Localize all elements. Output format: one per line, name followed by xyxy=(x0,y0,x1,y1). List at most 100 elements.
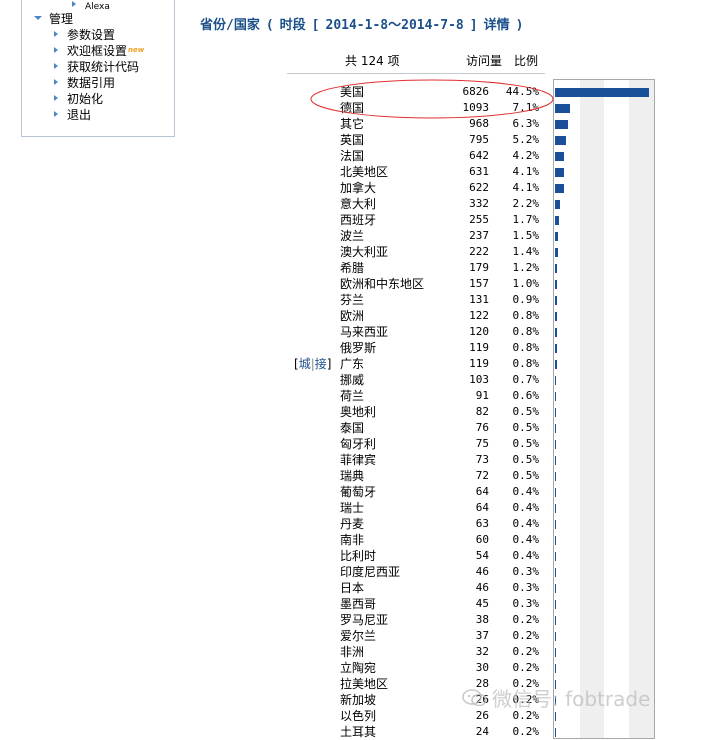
sidebar-item-label: 欢迎框设置 xyxy=(67,44,128,58)
region-name[interactable]: 希腊 xyxy=(340,260,364,276)
region-name[interactable]: 挪威 xyxy=(340,372,364,388)
region-name[interactable]: 印度尼西亚 xyxy=(340,564,400,580)
region-name[interactable]: 波兰 xyxy=(340,228,364,244)
region-name[interactable]: 马来西亚 xyxy=(340,324,388,340)
region-name[interactable]: 欧洲和中东地区 xyxy=(340,276,424,292)
region-name[interactable]: 泰国 xyxy=(340,420,364,436)
visit-count: 64 xyxy=(475,485,489,498)
region-name[interactable]: 葡萄牙 xyxy=(340,484,376,500)
visit-count: 37 xyxy=(475,629,489,642)
visit-count: 46 xyxy=(475,565,489,578)
visit-percentage: 0.3% xyxy=(512,597,540,610)
bar-35 xyxy=(555,632,556,641)
bar-5 xyxy=(555,152,564,161)
region-name[interactable]: 菲律宾 xyxy=(340,452,376,468)
bar-19 xyxy=(555,376,556,385)
region-name[interactable]: 意大利 xyxy=(340,196,376,212)
region-name[interactable]: 奥地利 xyxy=(340,404,376,420)
sidebar-item[interactable]: 数据引用 xyxy=(54,74,115,90)
table-row: 意大利 332 2.2% xyxy=(287,196,545,212)
title-close-bracket: ] xyxy=(469,18,478,33)
bar-18 xyxy=(555,360,557,369)
table-row: 墨西哥 45 0.3% xyxy=(287,596,545,612)
visit-percentage: 4.2% xyxy=(512,149,540,162)
bar-40 xyxy=(555,712,556,721)
visit-count: 73 xyxy=(475,453,489,466)
region-name[interactable]: 比利时 xyxy=(340,548,376,564)
bar-17 xyxy=(555,344,557,353)
table-row: 欧洲和中东地区 157 1.0% xyxy=(287,276,545,292)
page-title: 省份/国家 (时段 [2014-1-8～2014-7-8] 详情) xyxy=(200,16,523,36)
details-link[interactable]: 详情 xyxy=(484,18,510,33)
visit-percentage: 0.5% xyxy=(512,437,540,450)
region-name[interactable]: 瑞士 xyxy=(340,500,364,516)
visit-count: 46 xyxy=(475,581,489,594)
visit-percentage: 0.4% xyxy=(512,501,540,514)
region-name[interactable]: 爱尔兰 xyxy=(340,628,376,644)
bar-8 xyxy=(555,200,560,209)
visit-count: 72 xyxy=(475,469,489,482)
sidebar-item[interactable]: 获取统计代码 xyxy=(54,58,139,74)
visit-count: 795 xyxy=(469,133,489,146)
region-name[interactable]: 澳大利亚 xyxy=(340,244,388,260)
bar-20 xyxy=(555,392,556,401)
region-name[interactable]: 加拿大 xyxy=(340,180,376,196)
table-row: 挪威 103 0.7% xyxy=(287,372,545,388)
region-name[interactable]: 匈牙利 xyxy=(340,436,376,452)
city-link[interactable]: 城 xyxy=(299,357,311,371)
region-name[interactable]: 法国 xyxy=(340,148,364,164)
sidebar-item[interactable]: Alexa xyxy=(72,0,110,12)
sidebar-item[interactable]: 参数设置 xyxy=(54,26,115,42)
arrow-right-icon xyxy=(54,94,58,101)
region-name[interactable]: 英国 xyxy=(340,132,364,148)
region-name[interactable]: 南非 xyxy=(340,532,364,548)
table-row: 德国 1093 7.1% xyxy=(287,100,545,116)
region-name[interactable]: 新加坡 xyxy=(340,692,376,708)
region-name[interactable]: 其它 xyxy=(340,116,364,132)
visit-count: 38 xyxy=(475,613,489,626)
region-name[interactable]: 美国 xyxy=(340,84,364,100)
region-name[interactable]: 广东 xyxy=(340,356,364,372)
bar-26 xyxy=(555,488,556,497)
watermark: 微信号: fobtrade xyxy=(462,687,650,711)
region-name[interactable]: 俄罗斯 xyxy=(340,340,376,356)
region-name[interactable]: 欧洲 xyxy=(340,308,364,324)
visit-percentage: 0.9% xyxy=(512,293,540,306)
table-row: 法国 642 4.2% xyxy=(287,148,545,164)
region-name[interactable]: 非洲 xyxy=(340,644,364,660)
region-name[interactable]: 以色列 xyxy=(340,708,376,724)
table-row: 北美地区 631 4.1% xyxy=(287,164,545,180)
region-name[interactable]: 芬兰 xyxy=(340,292,364,308)
sidebar-menu: Alexa 管理 参数设置 欢迎框设置new 获取统计代码 数据引用 初始化退出 xyxy=(21,0,175,137)
region-name[interactable]: 罗马尼亚 xyxy=(340,612,388,628)
region-name[interactable]: 西班牙 xyxy=(340,212,376,228)
city-isp-links: [城|接] xyxy=(294,357,332,371)
visit-percentage: 0.2% xyxy=(512,661,540,674)
visit-percentage: 0.4% xyxy=(512,533,540,546)
region-name[interactable]: 立陶宛 xyxy=(340,660,376,676)
table-row: 俄罗斯 119 0.8% xyxy=(287,340,545,356)
sidebar-item-label: 退出 xyxy=(67,108,92,122)
bar-37 xyxy=(555,664,556,673)
region-name[interactable]: 北美地区 xyxy=(340,164,388,180)
sidebar-item[interactable]: 退出 xyxy=(54,106,91,122)
table-row: 波兰 237 1.5% xyxy=(287,228,545,244)
region-name[interactable]: 土耳其 xyxy=(340,724,376,740)
visit-count: 622 xyxy=(469,181,489,194)
region-name[interactable]: 拉美地区 xyxy=(340,676,388,692)
sidebar-item[interactable]: 欢迎框设置new xyxy=(54,42,144,58)
visit-percentage: 0.4% xyxy=(512,485,540,498)
region-name[interactable]: 德国 xyxy=(340,100,364,116)
visit-count: 64 xyxy=(475,501,489,514)
visit-percentage: 0.5% xyxy=(512,453,540,466)
region-name[interactable]: 丹麦 xyxy=(340,516,364,532)
region-name[interactable]: 日本 xyxy=(340,580,364,596)
region-name[interactable]: 瑞典 xyxy=(340,468,364,484)
sidebar-item[interactable]: 管理 xyxy=(34,10,73,26)
isp-link[interactable]: 接 xyxy=(315,357,327,371)
table-row: 西班牙 255 1.7% xyxy=(287,212,545,228)
region-name[interactable]: 墨西哥 xyxy=(340,596,376,612)
region-name[interactable]: 荷兰 xyxy=(340,388,364,404)
sidebar-item[interactable]: 初始化 xyxy=(54,90,103,106)
bar-30 xyxy=(555,552,556,561)
